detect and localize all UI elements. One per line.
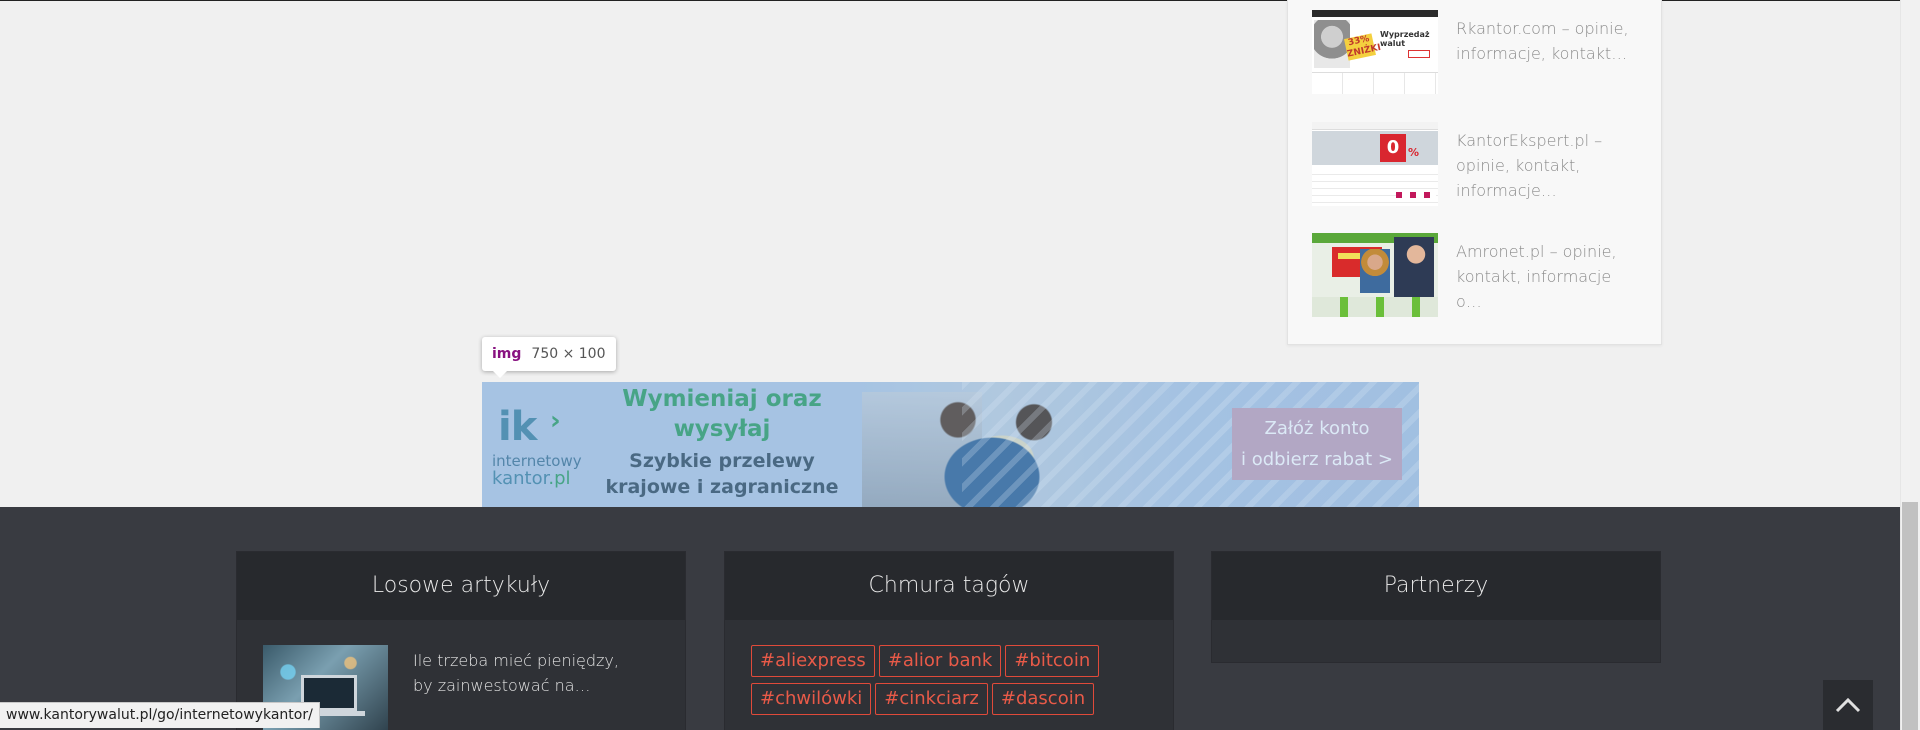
sidebar-post-amronet[interactable]: Amronet.pl – opinie, kontakt, informacje…	[1312, 233, 1642, 323]
tooltip-dimensions: 750 × 100	[531, 346, 606, 362]
tag-link[interactable]: #alior bank	[878, 645, 1002, 677]
sidebar-post-kantorekspert[interactable]: 0 % KantorEkspert.pl – opinie, kontakt, …	[1312, 122, 1642, 212]
footer: Losowe artykuły Ile trzeba mieć pieniędz…	[0, 507, 1920, 730]
tag-cloud: #aliexpress #alior bank #bitcoin #chwilówk…	[751, 645, 1151, 721]
widget-title: Chmura tagów	[725, 552, 1173, 620]
post-title[interactable]: Rkantor.com – opinie, informacje, kontak…	[1456, 16, 1641, 66]
sidebar-posts-widget: 33% ZNIŻKI Wyprzedaż walut Rkantor.com –…	[1287, 0, 1662, 345]
tooltip-tag: img	[492, 346, 522, 362]
chevron-up-icon	[1835, 697, 1861, 713]
thumb-heading: Wyprzedaż walut	[1380, 30, 1430, 48]
widget-title: Losowe artykuły	[237, 552, 685, 620]
thumb-badge: 0	[1380, 134, 1406, 162]
thumb-percent: %	[1408, 146, 1420, 159]
sidebar-post-rkantor[interactable]: 33% ZNIŻKI Wyprzedaż walut Rkantor.com –…	[1312, 10, 1642, 100]
post-thumbnail[interactable]: 0 %	[1312, 122, 1438, 206]
post-title[interactable]: KantorEkspert.pl – opinie, kontakt, info…	[1456, 128, 1641, 203]
tag-link[interactable]: #cinkciarz	[875, 683, 988, 715]
widget-partners: Partnerzy	[1211, 551, 1661, 663]
scrollbar-thumb[interactable]	[1902, 502, 1918, 730]
tag-link[interactable]: #dascoin	[991, 683, 1095, 715]
post-title[interactable]: Amronet.pl – opinie, kontakt, informacje…	[1456, 239, 1641, 314]
thumb-badge: 33% ZNIŻKI	[1344, 33, 1382, 61]
widget-title: Partnerzy	[1212, 552, 1660, 620]
devtools-highlight-overlay	[482, 382, 1419, 507]
post-thumbnail[interactable]	[1312, 233, 1438, 317]
tag-link[interactable]: #chwilówki	[751, 683, 872, 715]
widget-tag-cloud: Chmura tagów #aliexpress #alior bank #bitc…	[724, 551, 1174, 730]
tag-link[interactable]: #aliexpress	[751, 645, 875, 677]
status-bar-url: www.kantorywalut.pl/go/internetowykantor…	[0, 702, 320, 728]
devtools-element-tooltip: img 750 × 100	[482, 337, 616, 371]
post-thumbnail[interactable]: 33% ZNIŻKI Wyprzedaż walut	[1312, 10, 1438, 94]
tooltip-arrow	[492, 370, 508, 378]
back-to-top-button[interactable]	[1823, 680, 1873, 730]
article-title-link[interactable]: Ile trzeba mieć pieniędzy, by zainwestow…	[413, 648, 643, 698]
ad-banner-internetowykantor[interactable]: ik › internetowy kantor.pl Wymieniaj ora…	[482, 382, 1419, 507]
tag-link[interactable]: #bitcoin	[1005, 645, 1100, 677]
